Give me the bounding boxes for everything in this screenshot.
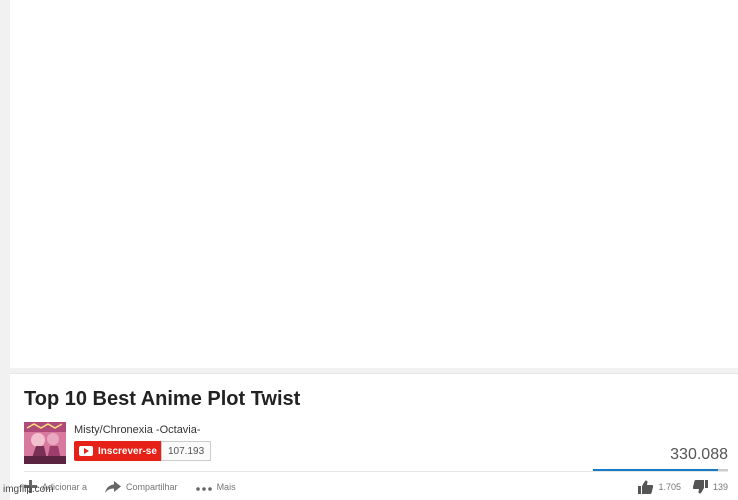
view-count: 330.088 [670, 446, 728, 463]
action-bar: Adicionar a Compartilhar Mais [24, 480, 254, 494]
share-button[interactable]: Compartilhar [105, 480, 178, 494]
avatar-image [24, 422, 66, 464]
thumbs-up-icon [638, 480, 654, 494]
rating-controls: 1.705 139 [626, 480, 728, 494]
like-count: 1.705 [658, 482, 681, 492]
share-arrow-icon [105, 480, 122, 494]
dislike-count: 139 [712, 482, 728, 492]
video-title: Top 10 Best Anime Plot Twist [24, 388, 301, 410]
dislike-button[interactable]: 139 [692, 480, 728, 494]
subscriber-count: 107.193 [161, 441, 212, 461]
more-button[interactable]: Mais [195, 482, 236, 492]
more-label: Mais [216, 482, 236, 492]
video-player[interactable] [10, 0, 738, 368]
channel-avatar[interactable] [24, 422, 66, 464]
more-dots-icon [195, 482, 212, 492]
channel-name[interactable]: Misty/Chronexia -Octavia- [74, 424, 201, 436]
video-info-panel: Top 10 Best Anime Plot Twist Misty/Chron… [10, 373, 738, 500]
divider [24, 471, 728, 472]
youtube-play-icon [79, 446, 93, 456]
share-label: Compartilhar [126, 482, 178, 492]
subscribe-button[interactable]: Inscrever-se [74, 441, 163, 461]
subscribe-label: Inscrever-se [98, 445, 157, 457]
imgflip-watermark: imgflip.com [3, 484, 54, 495]
thumbs-down-icon [692, 480, 708, 494]
like-button[interactable]: 1.705 [638, 480, 681, 494]
